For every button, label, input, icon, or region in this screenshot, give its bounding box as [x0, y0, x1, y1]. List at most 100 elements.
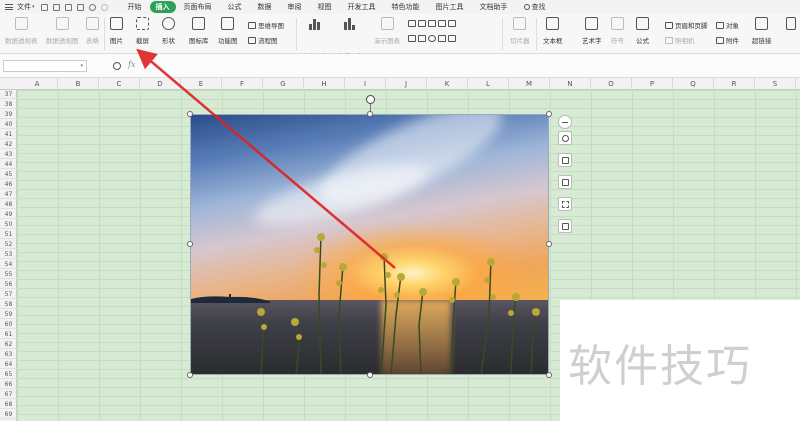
function-chart-button[interactable]: 功能图 [218, 17, 238, 45]
icon-library-button[interactable]: 图标库 [189, 17, 209, 45]
row-header[interactable]: 50 [0, 220, 17, 229]
text-box-button[interactable]: 文本框 [543, 17, 563, 45]
column-header[interactable]: A [17, 78, 58, 90]
slicer-button[interactable]: 切片器 [510, 17, 530, 45]
tab-picture-tools[interactable]: 图片工具 [428, 1, 472, 13]
formula-button[interactable]: 公式 [636, 17, 649, 45]
row-header[interactable]: 39 [0, 110, 17, 119]
column-header[interactable]: N [550, 78, 591, 90]
row-header[interactable]: 44 [0, 160, 17, 169]
row-header[interactable]: 62 [0, 340, 17, 349]
menu-icon[interactable] [5, 4, 13, 10]
column-header[interactable]: Q [673, 78, 714, 90]
tab-view[interactable]: 视图 [310, 1, 340, 13]
column-header[interactable]: B [58, 78, 99, 90]
word-art-button[interactable]: 艺术字 [582, 17, 602, 45]
row-header[interactable]: 38 [0, 100, 17, 109]
tab-review[interactable]: 审阅 [280, 1, 310, 13]
row-header[interactable]: 41 [0, 130, 17, 139]
collapse-toolbar-button[interactable] [558, 115, 572, 129]
row-header[interactable]: 53 [0, 250, 17, 259]
symbol-button[interactable]: 符号 [611, 17, 624, 45]
resize-handle-bottom[interactable] [367, 372, 373, 378]
row-header[interactable]: 61 [0, 330, 17, 339]
more-button[interactable] [786, 17, 796, 35]
radar-chart-icon[interactable] [438, 20, 446, 27]
pivot-chart-button[interactable]: 数据透视图 [46, 17, 79, 45]
tab-page-layout[interactable]: 页面布局 [176, 1, 220, 13]
resize-handle-top-left[interactable] [187, 111, 193, 117]
resize-handle-bottom-left[interactable] [187, 372, 193, 378]
search-box[interactable]: 查找 [523, 2, 546, 12]
column-header[interactable]: F [222, 78, 263, 90]
column-header[interactable]: R [714, 78, 755, 90]
zoom-icon[interactable] [113, 62, 121, 70]
scatter-chart-icon[interactable] [448, 20, 456, 27]
column-header[interactable]: S [755, 78, 796, 90]
column-header[interactable]: C [99, 78, 140, 90]
resize-handle-right[interactable] [546, 241, 552, 247]
header-footer-button[interactable]: 页眉和页脚 [665, 20, 708, 30]
row-header[interactable]: 54 [0, 260, 17, 269]
screenshot-button[interactable]: 截屏 [136, 17, 149, 45]
column-header[interactable]: L [468, 78, 509, 90]
row-header[interactable]: 63 [0, 350, 17, 359]
tab-data[interactable]: 数据 [250, 1, 280, 13]
redo-icon[interactable] [100, 3, 108, 11]
row-header[interactable]: 43 [0, 150, 17, 159]
hyperlink-button[interactable]: 超链接 [752, 17, 772, 45]
demo-chart-button[interactable]: 演示图表 [374, 17, 400, 45]
row-header[interactable]: 49 [0, 210, 17, 219]
picture-to-text-button[interactable] [558, 219, 572, 233]
formula-input[interactable] [145, 60, 785, 72]
crop-button[interactable] [558, 175, 572, 189]
combo-chart-icon[interactable] [438, 35, 446, 42]
inserted-picture[interactable] [190, 114, 549, 375]
name-box[interactable]: ▾ [3, 60, 87, 72]
row-header[interactable]: 64 [0, 360, 17, 369]
undo-icon[interactable] [88, 3, 96, 11]
shapes-button[interactable]: 形状 [162, 17, 175, 45]
crop-smart-button[interactable] [558, 153, 572, 167]
tab-home[interactable]: 开始 [120, 1, 150, 13]
attachment-button[interactable]: 附件 [716, 35, 739, 45]
resize-handle-top[interactable] [367, 111, 373, 117]
row-header[interactable]: 40 [0, 120, 17, 129]
column-chart-icon[interactable] [408, 20, 416, 27]
tab-developer[interactable]: 开发工具 [340, 1, 384, 13]
tab-insert[interactable]: 插入 [149, 1, 176, 13]
print-preview-icon[interactable] [76, 3, 84, 11]
row-header[interactable]: 46 [0, 180, 17, 189]
row-header[interactable]: 68 [0, 400, 17, 409]
row-header[interactable]: 51 [0, 230, 17, 239]
row-header[interactable]: 69 [0, 410, 17, 419]
row-header[interactable]: 59 [0, 310, 17, 319]
row-header[interactable]: 47 [0, 190, 17, 199]
row-header[interactable]: 60 [0, 320, 17, 329]
column-header[interactable]: K [427, 78, 468, 90]
pivot-table-button[interactable]: 数据透视表 [5, 17, 38, 45]
chevron-down-icon[interactable]: ▾ [32, 4, 35, 10]
column-header[interactable]: P [632, 78, 673, 90]
column-header[interactable]: E [181, 78, 222, 90]
row-header[interactable]: 48 [0, 200, 17, 209]
compress-button[interactable] [558, 197, 572, 211]
line-chart-icon[interactable] [418, 20, 426, 27]
tab-features[interactable]: 特色功能 [384, 1, 428, 13]
table-button[interactable]: 表格 [86, 17, 99, 45]
row-header[interactable]: 65 [0, 370, 17, 379]
stock-chart-icon[interactable] [408, 35, 416, 42]
column-header[interactable]: H [304, 78, 345, 90]
area-chart-icon[interactable] [428, 20, 436, 27]
row-header[interactable]: 37 [0, 90, 17, 99]
resize-handle-top-right[interactable] [546, 111, 552, 117]
column-header[interactable]: D [140, 78, 181, 90]
tab-doc-assistant[interactable]: 文档助手 [472, 1, 516, 13]
tab-formulas[interactable]: 公式 [220, 1, 250, 13]
zoom-picture-button[interactable] [558, 131, 572, 145]
column-header[interactable]: J [386, 78, 427, 90]
fx-label[interactable]: fx [128, 60, 135, 69]
row-header[interactable]: 45 [0, 170, 17, 179]
column-header[interactable]: O [591, 78, 632, 90]
column-header[interactable]: I [345, 78, 386, 90]
